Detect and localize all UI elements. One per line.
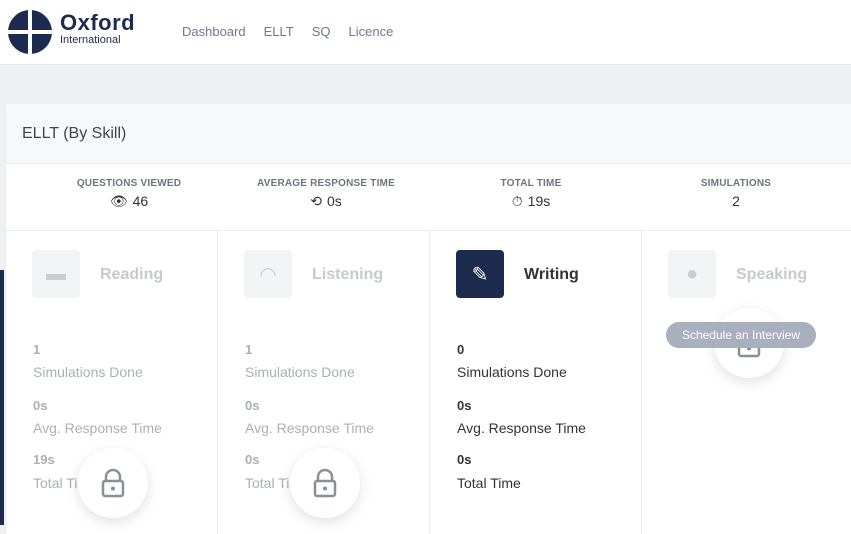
lock-icon (290, 448, 360, 518)
response-time-icon: ⟲ (310, 193, 322, 209)
simulations-done-value: 1 (245, 342, 253, 357)
skill-reading[interactable]: ▬ Reading 1 Simulations Done 0s Avg. Res… (6, 230, 218, 534)
stat-label: TOTAL TIME (500, 178, 562, 189)
stat-value: 19s (527, 193, 551, 209)
stat-total-time: TOTAL TIME ⏱ 19s (431, 178, 631, 210)
microphone-icon: ● (668, 250, 716, 298)
lock-icon (78, 448, 148, 518)
avg-response-value: 0s (245, 398, 260, 413)
skill-name: Listening (312, 266, 384, 283)
simulations-done-label: Simulations Done (457, 364, 567, 380)
sidebar-edge (0, 270, 4, 525)
pencil-icon: ✎ (456, 250, 504, 298)
avg-response-value: 0s (33, 398, 48, 413)
simulations-done-value: 1 (33, 342, 41, 357)
nav-licence[interactable]: Licence (349, 24, 394, 39)
book-icon: ▬ (32, 250, 80, 298)
nav-dashboard[interactable]: Dashboard (182, 24, 246, 39)
total-time-label: Total Time (457, 475, 521, 491)
stat-value-row: 👁 46 (29, 193, 229, 210)
stat-label: QUESTIONS VIEWED (76, 178, 182, 189)
avg-response-label: Avg. Response Time (33, 420, 162, 436)
total-time-value: 0s (245, 452, 260, 467)
skill-name: Writing (524, 266, 579, 283)
stopwatch-icon: ⏱ (511, 193, 523, 209)
skill-name: Reading (100, 266, 164, 283)
card-header: ELLT (By Skill) (6, 104, 851, 164)
stat-label: AVERAGE RESPONSE TIME (257, 178, 395, 189)
brand-name: Oxford (60, 10, 136, 35)
stat-value: 0s (326, 193, 342, 209)
skill-writing[interactable]: ✎ Writing 0 Simulations Done 0s Avg. Res… (430, 230, 642, 534)
top-navigation-bar: Oxford International Dashboard ELLT SQ L… (0, 0, 851, 65)
stat-value-row: ⏱ 19s (431, 193, 631, 210)
main-nav: Dashboard ELLT SQ Licence (182, 24, 393, 39)
stat-value: 46 (132, 193, 149, 209)
logo-globe-icon[interactable] (8, 10, 52, 54)
stat-label: SIMULATIONS (700, 178, 772, 189)
ellt-skill-card: ELLT (By Skill) QUESTIONS VIEWED 👁 46 AVE… (6, 104, 851, 534)
nav-ellt[interactable]: ELLT (264, 24, 294, 39)
headphones-icon: ◠ (244, 250, 292, 298)
skill-listening[interactable]: ◠ Listening 1 Simulations Done 0s Avg. R… (218, 230, 430, 534)
total-time-value: 0s (457, 452, 472, 467)
simulations-done-value: 0 (457, 342, 465, 357)
avg-response-label: Avg. Response Time (245, 420, 374, 436)
avg-response-value: 0s (457, 398, 472, 413)
avg-response-label: Avg. Response Time (457, 420, 586, 436)
stat-value-row: 2 (636, 193, 836, 209)
skill-name: Speaking (736, 266, 808, 283)
schedule-interview-button[interactable]: Schedule an Interview (666, 322, 816, 348)
brand-subtitle: International (60, 34, 121, 46)
skill-speaking[interactable]: ● Speaking (642, 230, 851, 534)
stat-value: 2 (732, 193, 740, 209)
stat-questions-viewed: QUESTIONS VIEWED 👁 46 (29, 178, 229, 210)
nav-sq[interactable]: SQ (312, 24, 331, 39)
skill-columns: ▬ Reading 1 Simulations Done 0s Avg. Res… (6, 230, 851, 534)
stat-simulations: SIMULATIONS 2 (636, 178, 836, 209)
eye-icon: 👁 (109, 193, 128, 209)
card-title: ELLT (By Skill) (22, 124, 127, 142)
simulations-done-label: Simulations Done (245, 364, 355, 380)
total-time-value: 19s (33, 452, 55, 467)
simulations-done-label: Simulations Done (33, 364, 143, 380)
summary-stats: QUESTIONS VIEWED 👁 46 AVERAGE RESPONSE TI… (6, 164, 851, 231)
stat-value-row: ⟲ 0s (226, 193, 426, 210)
stat-average-response-time: AVERAGE RESPONSE TIME ⟲ 0s (226, 178, 426, 210)
